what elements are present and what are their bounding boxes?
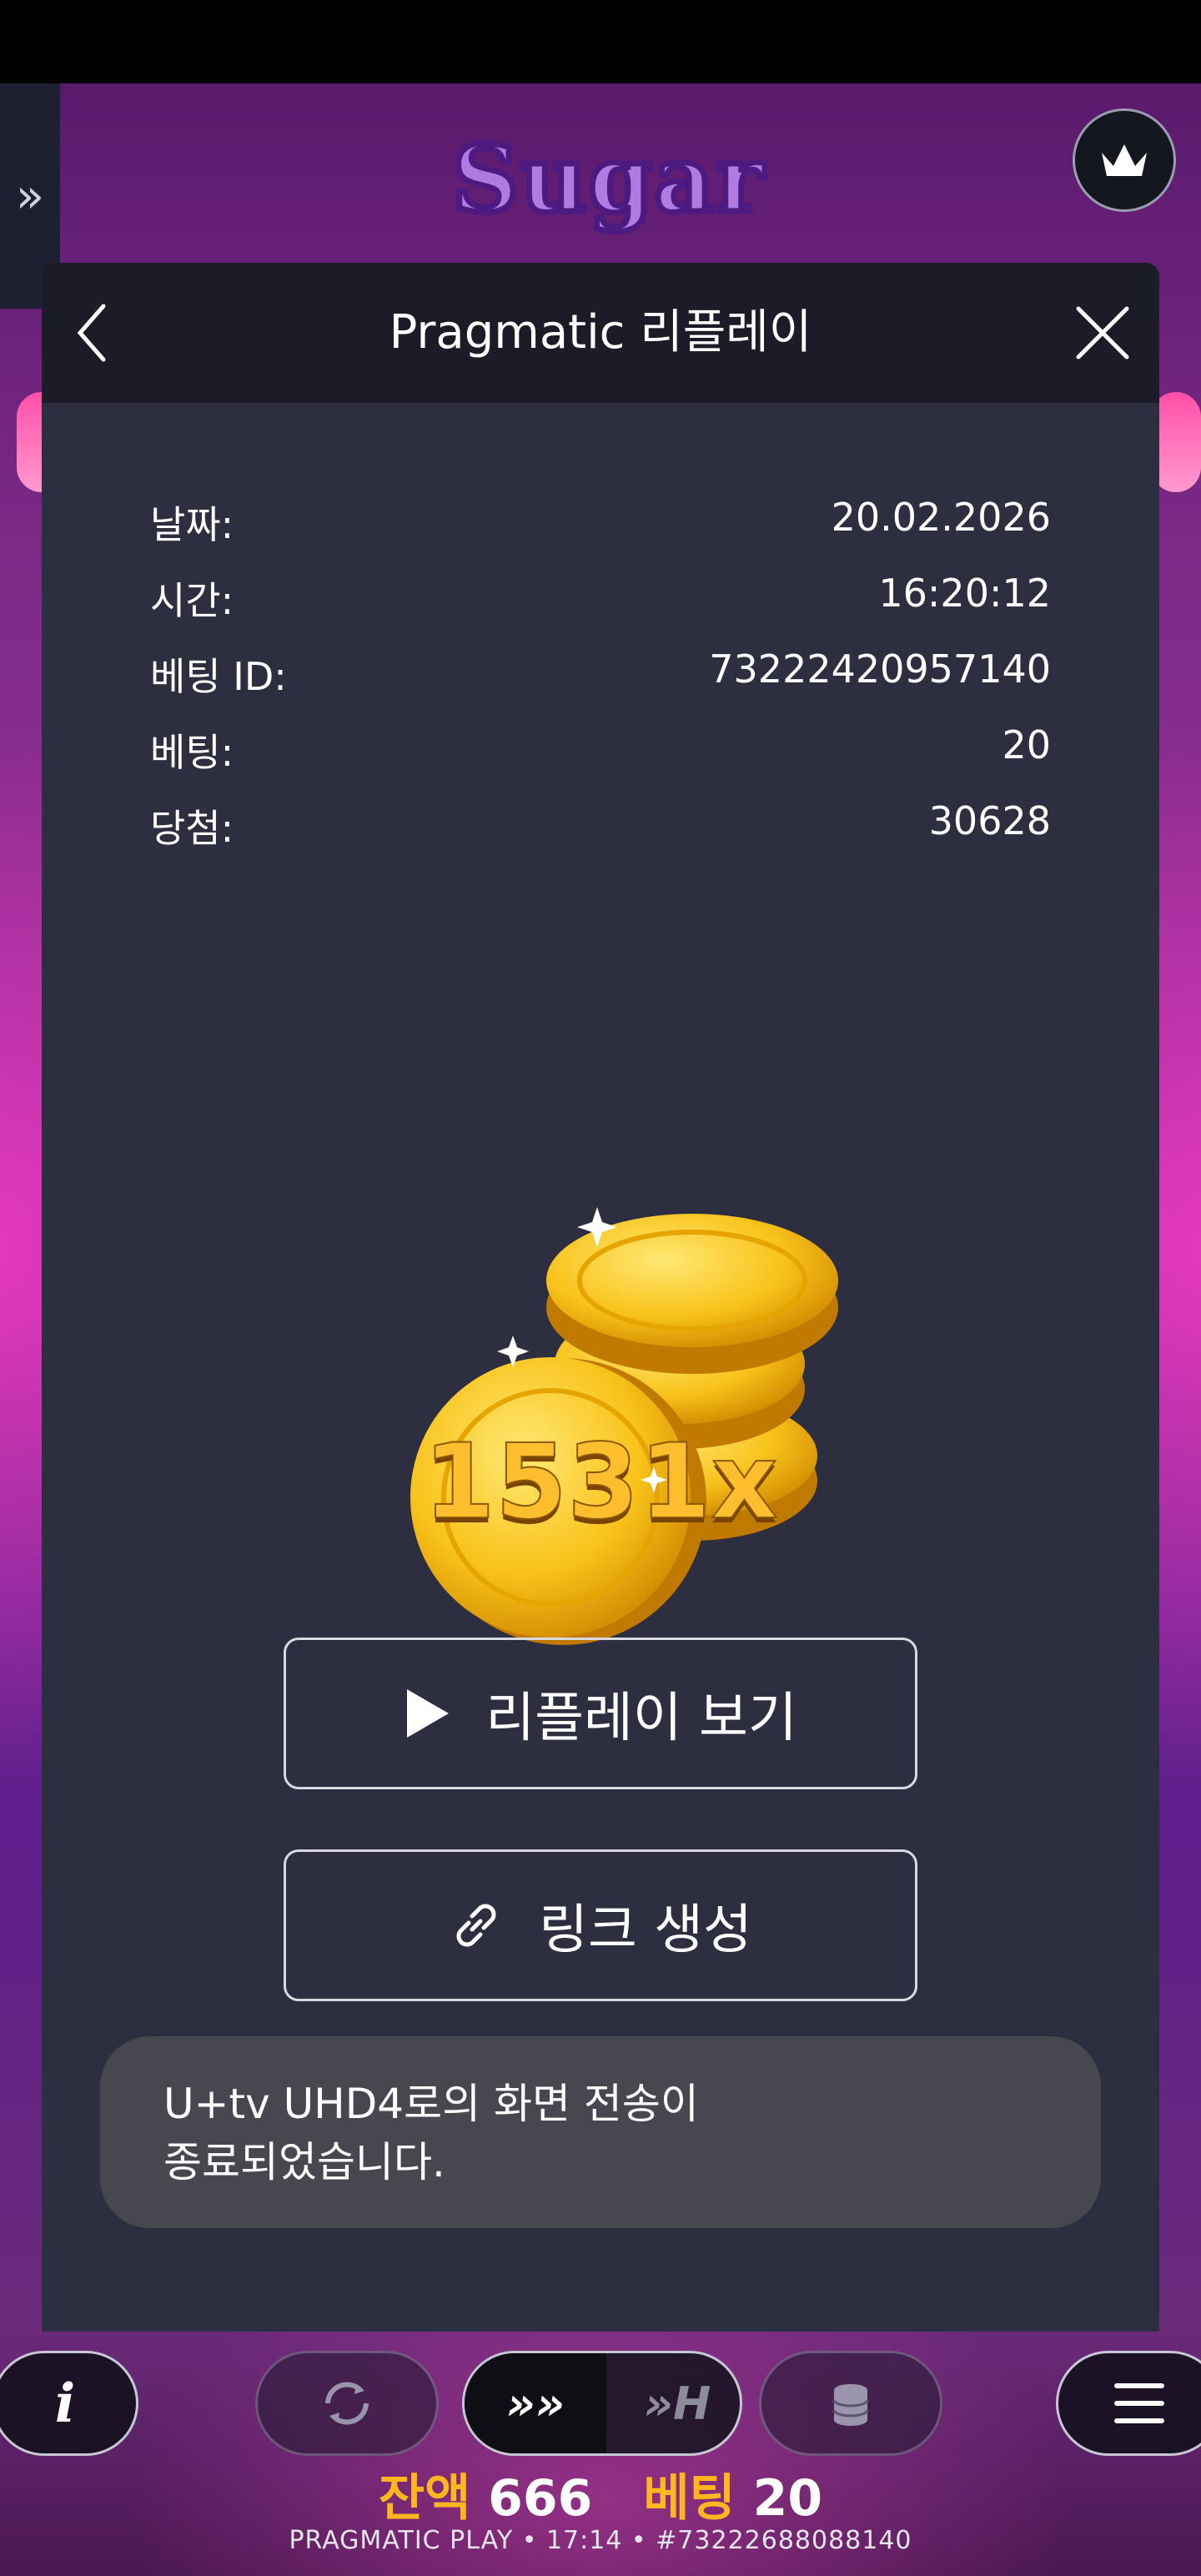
bet-info-list: 날짜: 20.02.2026 시간: 16:20:12 베팅 ID: 73222…: [150, 486, 1051, 866]
crown-icon: [1102, 144, 1147, 176]
balance-value: 666: [488, 2469, 593, 2528]
gold-coins-icon: [410, 1207, 838, 1645]
info-button[interactable]: i: [0, 2351, 138, 2456]
win-multiplier: 1531x: [422, 1421, 778, 1543]
info-label: 베팅 ID:: [150, 654, 287, 699]
close-icon: [1076, 306, 1129, 360]
menu-button[interactable]: [1056, 2351, 1201, 2456]
info-value: 16:20:12: [878, 571, 1051, 616]
hamburger-menu-icon: [1114, 2383, 1164, 2423]
info-label: 베팅:: [150, 730, 234, 775]
autoplay-icon: [325, 2382, 369, 2425]
info-row-win: 당첨: 30628: [150, 790, 1051, 866]
footer-info: PRAGMATIC PLAY • 17:14 • #73222688088140: [289, 2526, 912, 2555]
bet-settings-button[interactable]: [759, 2351, 942, 2456]
toast-line-2: 종료되었습니다.: [163, 2138, 445, 2186]
info-row-bet: 베팅: 20: [150, 714, 1051, 790]
info-row-bet-id: 베팅 ID: 73222420957140: [150, 638, 1051, 714]
bet-label: 베팅: [643, 2469, 753, 2528]
modal-title: Pragmatic 리플레이: [389, 305, 812, 360]
bet-value: 20: [752, 2469, 823, 2528]
close-button[interactable]: [1066, 296, 1139, 370]
double-chevron-right-icon: »: [15, 169, 45, 224]
chevron-left-icon: [77, 304, 106, 362]
info-value: 30628: [928, 798, 1051, 843]
toast-line-1: U+tv UHD4로의 화면 전송이: [163, 2080, 699, 2128]
spin-speed-toggle[interactable]: »» »H: [462, 2351, 742, 2456]
crown-button[interactable]: [1073, 108, 1176, 212]
info-row-time: 시간: 16:20:12: [150, 562, 1051, 638]
link-icon: [449, 1898, 504, 1953]
toast-notification: U+tv UHD4로의 화면 전송이 종료되었습니다.: [100, 2036, 1101, 2228]
status-bar: [0, 0, 1201, 83]
back-button[interactable]: [57, 298, 127, 368]
create-link-label: 링크 생성: [539, 1899, 752, 1961]
info-value: 20.02.2026: [831, 495, 1051, 540]
play-icon: [404, 1688, 450, 1739]
create-link-button[interactable]: 링크 생성: [284, 1849, 917, 2001]
view-replay-label: 리플레이 보기: [485, 1688, 797, 1749]
modal-header: Pragmatic 리플레이: [42, 263, 1159, 403]
balance-label: 잔액: [378, 2469, 489, 2528]
balance-bet-line: 잔액 666 베팅 20: [0, 2458, 1201, 2530]
info-value: 73222420957140: [709, 647, 1051, 692]
coin-stack-icon: [832, 2384, 869, 2426]
info-label: 당첨:: [150, 806, 234, 851]
quick-speed-option[interactable]: »H: [615, 2353, 740, 2453]
turbo-speed-option[interactable]: »»: [465, 2353, 606, 2453]
info-label: 시간:: [150, 578, 234, 623]
game-logo: Sugar: [450, 123, 767, 236]
autoplay-button[interactable]: [255, 2351, 439, 2456]
replay-modal: Pragmatic 리플레이 날짜: 20.02.2026 시간: 16:20:…: [42, 263, 1159, 2332]
info-label: 날짜:: [150, 502, 234, 547]
info-icon: i: [54, 2372, 76, 2435]
view-replay-button[interactable]: 리플레이 보기: [284, 1638, 917, 1789]
info-row-date: 날짜: 20.02.2026: [150, 486, 1051, 562]
info-value: 20: [1002, 722, 1051, 767]
